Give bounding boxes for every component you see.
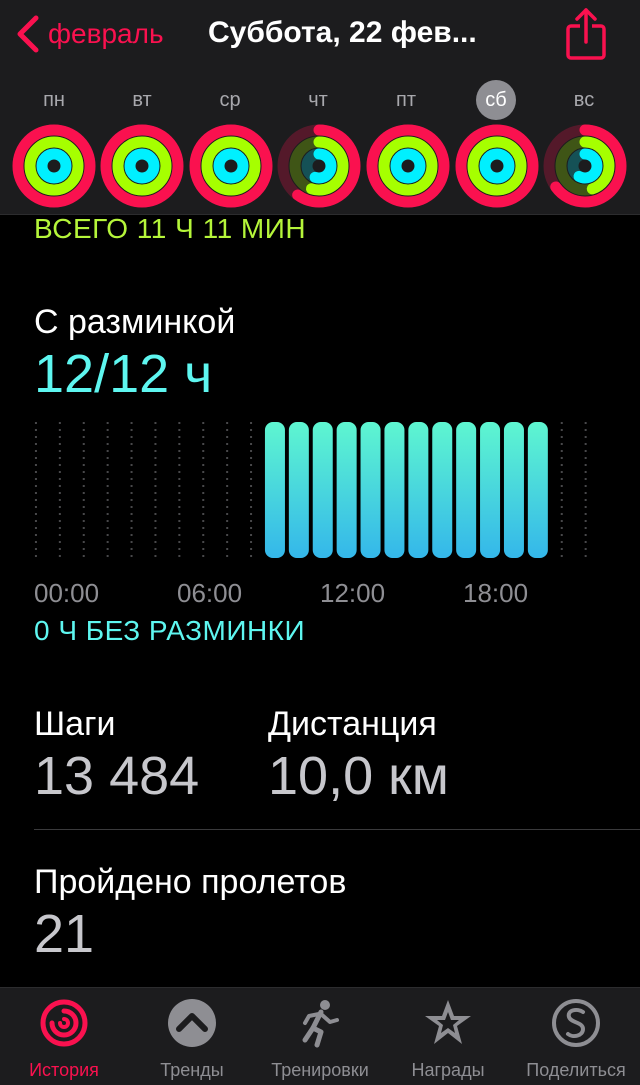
stand-bar (264, 422, 285, 558)
distance-label: Дистанция (268, 705, 437, 743)
tab-awards[interactable]: Награды (384, 988, 512, 1085)
tick-label: 06:00 (177, 578, 243, 608)
steps-label: Шаги (34, 705, 116, 743)
back-button[interactable]: февраль (14, 12, 164, 56)
share-icon[interactable] (560, 6, 612, 62)
divider (34, 829, 640, 830)
flights-label: Пройдено пролетов (34, 863, 347, 901)
activity-ring-thu[interactable] (277, 124, 361, 208)
stand-bar (408, 422, 429, 558)
weekday-wed[interactable]: ср (210, 80, 250, 120)
stand-hours-chart (34, 422, 587, 558)
total-duration: ВСЕГО 11 Ч 11 МИН (34, 215, 307, 244)
weekday-strip: пн вт ср чт пт сб вс (0, 80, 640, 120)
ring-progress (213, 148, 249, 184)
ring-progress (124, 148, 160, 184)
tick-label: 00:00 (34, 578, 100, 608)
tab-label: Тренды (160, 1060, 224, 1080)
stand-bar (384, 422, 405, 558)
weekday-sun[interactable]: вс (564, 80, 604, 120)
day-details: ВСЕГО 11 Ч 11 МИН С разминкой 12/12 ч 00… (0, 215, 640, 987)
navigation-bar: февраль Суббота, 22 фев... (0, 0, 640, 72)
tab-trends[interactable]: Тренды (128, 988, 256, 1085)
tab-history[interactable]: История (0, 988, 128, 1085)
stand-bar (480, 422, 501, 558)
back-label: февраль (48, 18, 164, 49)
stand-bar (456, 422, 477, 558)
stand-bar (360, 422, 381, 558)
tab-sharing[interactable]: Поделиться (512, 988, 640, 1085)
awards-star-icon (425, 1000, 471, 1044)
activity-ring-sun[interactable] (543, 124, 627, 208)
trends-icon (168, 999, 216, 1047)
tab-label: Тренировки (271, 1060, 369, 1080)
weekday-tue[interactable]: вт (122, 80, 162, 120)
flights-value: 21 (34, 904, 95, 964)
activity-ring-wed[interactable] (189, 124, 273, 208)
tick-label: 18:00 (463, 578, 529, 608)
stand-bar (527, 422, 548, 558)
chevron-left-icon (17, 15, 39, 53)
steps-value: 13 484 (34, 746, 200, 806)
page-title: Суббота, 22 фев... (208, 16, 477, 49)
ring-progress (390, 148, 426, 184)
stand-bar (432, 422, 453, 558)
weekday-sat-selected[interactable]: сб (476, 80, 516, 120)
weekday-thu[interactable]: чт (298, 80, 338, 120)
no-stand-hours: 0 Ч БЕЗ РАЗМИНКИ (34, 615, 306, 646)
tick-label: 12:00 (320, 578, 386, 608)
distance-value: 10,0 км (268, 746, 449, 806)
stand-bar (312, 422, 333, 558)
tab-label: История (29, 1060, 99, 1080)
stand-label: С разминкой (34, 303, 236, 341)
tab-label: Награды (411, 1060, 485, 1080)
workout-runner-icon (302, 1000, 339, 1048)
sharing-icon (552, 999, 600, 1047)
stand-bar (503, 422, 524, 558)
ring-progress (479, 148, 515, 184)
activity-ring-fri[interactable] (366, 124, 450, 208)
tab-bar: История Тренды Тренировки Награды Подели… (0, 987, 640, 1085)
activity-rings-row (0, 124, 640, 208)
header: февраль Суббота, 22 фев... пн вт ср чт п… (0, 0, 640, 215)
history-rings-icon (40, 999, 88, 1047)
tab-label: Поделиться (526, 1060, 626, 1080)
stand-value: 12/12 ч (34, 344, 213, 404)
ring-progress (36, 148, 72, 184)
tab-workouts[interactable]: Тренировки (256, 988, 384, 1085)
stand-bar (336, 422, 357, 558)
activity-ring-sat[interactable] (455, 124, 539, 208)
weekday-mon[interactable]: пн (34, 80, 74, 120)
activity-ring-tue[interactable] (100, 124, 184, 208)
stand-bar (288, 422, 309, 558)
activity-ring-mon[interactable] (12, 124, 96, 208)
weekday-fri[interactable]: пт (386, 80, 426, 120)
